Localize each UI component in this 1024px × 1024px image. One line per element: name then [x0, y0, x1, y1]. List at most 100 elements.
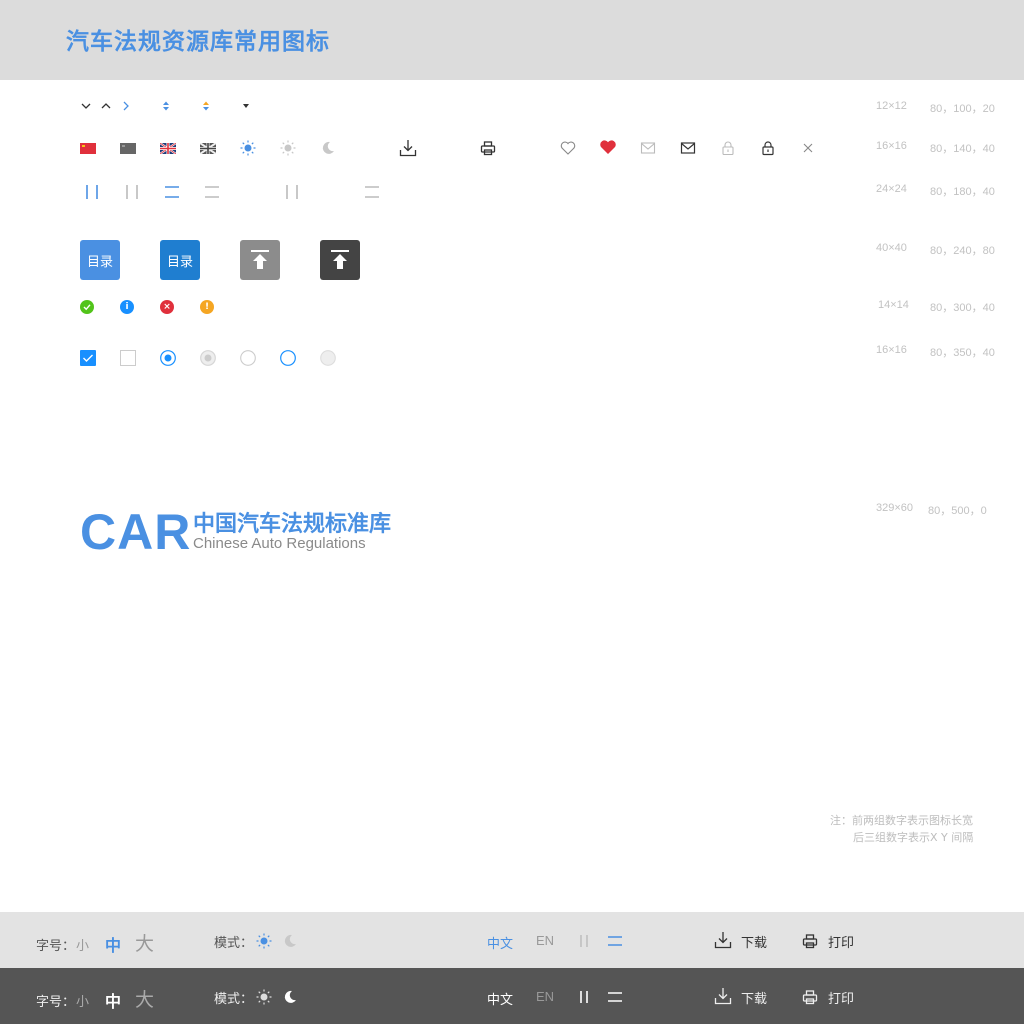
print-label[interactable]: 打印 [828, 988, 854, 1007]
mail-icon[interactable] [680, 140, 696, 156]
download-icon[interactable] [714, 931, 732, 949]
close-icon[interactable] [800, 140, 816, 156]
lang-en[interactable]: EN [536, 933, 554, 948]
chevron-up-icon[interactable] [100, 100, 112, 112]
radio-hover[interactable] [280, 350, 296, 366]
sun-icon[interactable] [240, 140, 256, 156]
page-title: 汽车法规资源库常用图标 [66, 29, 330, 55]
spec-pos-row3: 80，180，40 [930, 186, 995, 198]
moon-icon[interactable] [282, 989, 298, 1005]
spec-size-row1: 12×12 [876, 100, 907, 112]
spec-pos-logo: 80，500，0 [928, 505, 987, 517]
logo-subtitle-en: Chinese Auto Regulations [193, 535, 366, 552]
download-icon[interactable] [714, 987, 732, 1005]
toolbar-dark: 字号： 小 中 大 模式： 中文 EN 下载 打印 [0, 968, 1024, 1024]
font-size-medium[interactable]: 中 [105, 932, 121, 956]
mode-label: 模式： [214, 936, 254, 951]
lang-cn[interactable]: 中文 [487, 989, 513, 1008]
back-to-top-icon [331, 250, 349, 269]
print-icon[interactable] [802, 989, 818, 1005]
note-line2: 后三组数字表示X Y 间隔 [853, 831, 974, 844]
layout-columns-icon[interactable] [576, 989, 592, 1005]
heart-outline-icon[interactable] [560, 140, 576, 156]
back-to-top-button[interactable] [240, 240, 280, 280]
checkbox-checked[interactable] [80, 350, 96, 366]
font-size-large[interactable]: 大 [135, 929, 154, 956]
spec-pos-row5: 80，300，40 [930, 302, 995, 314]
error-icon: × [160, 300, 174, 314]
font-size-large[interactable]: 大 [135, 985, 154, 1012]
font-size-small[interactable]: 小 [76, 935, 89, 954]
spec-size-row2: 16×16 [876, 140, 907, 152]
print-label[interactable]: 打印 [828, 932, 854, 951]
back-to-top-button-dark[interactable] [320, 240, 360, 280]
sort-icon[interactable] [160, 100, 172, 112]
moon-icon[interactable] [282, 933, 298, 949]
catalog-button-active[interactable]: 目录 [160, 240, 200, 280]
layout-columns-icon[interactable] [80, 180, 104, 204]
caret-down-icon[interactable] [240, 100, 252, 112]
toolbar-light: 字号： 小 中 大 模式： 中文 EN 下载 打印 [0, 912, 1024, 968]
layout-rows-icon[interactable] [160, 180, 184, 204]
note: 注：前两组数字表示图标长宽 后三组数字表示X Y 间隔 [830, 812, 973, 846]
download-icon[interactable] [399, 139, 417, 157]
print-icon[interactable] [480, 140, 496, 156]
sun-icon[interactable] [256, 989, 272, 1005]
chevron-right-icon[interactable] [120, 100, 132, 112]
spec-size-row6: 16×16 [876, 344, 907, 356]
sun-icon[interactable] [256, 933, 272, 949]
layout-rows-inactive-icon[interactable] [200, 180, 224, 204]
page-header: 汽车法规资源库常用图标 [0, 0, 1024, 80]
sun-inactive-icon[interactable] [280, 140, 296, 156]
radio-disabled[interactable] [320, 350, 336, 366]
layout-rows-icon[interactable] [606, 933, 624, 949]
lang-cn[interactable]: 中文 [487, 933, 513, 952]
download-label[interactable]: 下载 [741, 988, 767, 1007]
radio-checked-disabled[interactable] [200, 350, 216, 366]
mail-inactive-icon[interactable] [640, 140, 656, 156]
mode-label: 模式： [214, 992, 254, 1007]
chevron-down-icon[interactable] [80, 100, 92, 112]
spec-pos-row4: 80，240，80 [930, 245, 995, 257]
warning-icon: ! [200, 300, 214, 314]
lock-inactive-icon[interactable] [720, 140, 736, 156]
flag-uk-icon[interactable] [160, 143, 176, 154]
spec-pos-row1: 80，100，20 [930, 103, 995, 115]
layout-rows-disabled-icon[interactable] [360, 180, 384, 204]
lang-en[interactable]: EN [536, 989, 554, 1004]
catalog-button-label: 目录 [86, 254, 113, 270]
note-prefix: 注： [830, 814, 852, 827]
spec-size-row5: 14×14 [878, 299, 909, 311]
heart-filled-icon[interactable] [599, 139, 617, 155]
checkbox-unchecked[interactable] [120, 350, 136, 366]
layout-rows-icon[interactable] [606, 989, 624, 1005]
font-size-medium[interactable]: 中 [105, 988, 121, 1012]
spec-size-row3: 24×24 [876, 183, 907, 195]
font-size-label: 字号： [36, 939, 76, 954]
lock-icon[interactable] [760, 140, 776, 156]
radio-unchecked[interactable] [240, 350, 256, 366]
spec-size-row4: 40×40 [876, 242, 907, 254]
print-icon[interactable] [802, 933, 818, 949]
catalog-button[interactable]: 目录 [80, 240, 120, 280]
success-icon [80, 300, 94, 314]
note-line1: 前两组数字表示图标长宽 [852, 814, 973, 827]
layout-columns-inactive-icon[interactable] [120, 180, 144, 204]
font-size-small[interactable]: 小 [76, 991, 89, 1010]
logo-mark: CAR [80, 504, 192, 560]
layout-columns-disabled-icon[interactable] [280, 180, 304, 204]
flag-cn-icon[interactable] [80, 143, 96, 154]
spec-pos-row2: 80，140，40 [930, 143, 995, 155]
flag-gray-icon[interactable] [120, 143, 136, 154]
info-icon: i [120, 300, 134, 314]
flag-uk-gray-icon[interactable] [200, 143, 216, 154]
logo-title-cn: 中国汽车法规标准库 [193, 512, 392, 537]
download-label[interactable]: 下载 [741, 932, 767, 951]
moon-icon[interactable] [320, 140, 336, 156]
font-size-label: 字号： [36, 995, 76, 1010]
spec-pos-row6: 80，350，40 [930, 347, 995, 359]
layout-columns-icon[interactable] [576, 933, 592, 949]
radio-checked[interactable] [160, 350, 176, 366]
sort-desc-icon[interactable] [200, 100, 212, 112]
spec-size-logo: 329×60 [876, 502, 914, 514]
